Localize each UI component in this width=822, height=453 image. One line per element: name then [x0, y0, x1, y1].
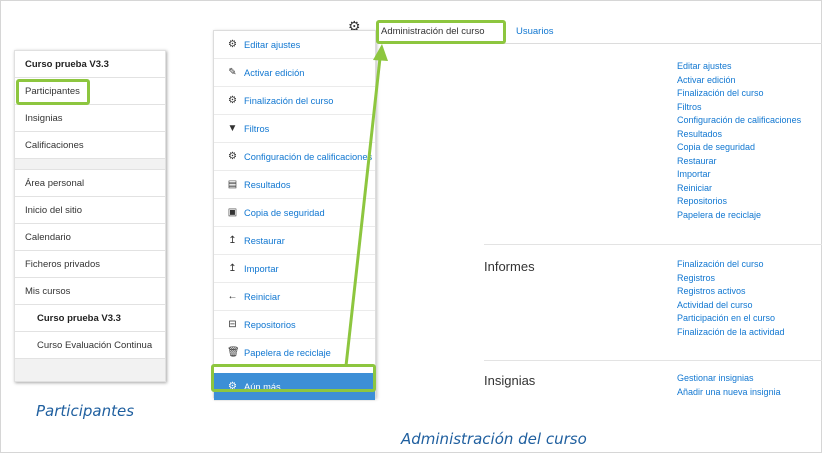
drive-icon: ⊟	[228, 319, 237, 330]
menu-item-label: Finalización del curso	[244, 95, 334, 106]
badges-heading: Insignias	[484, 373, 536, 388]
link-course-activity[interactable]: Actividad del curso	[677, 299, 785, 313]
link-repositories[interactable]: Repositorios	[677, 195, 801, 209]
menu-item-repositories[interactable]: ⊟ Repositorios	[214, 311, 375, 339]
link-outcomes[interactable]: Resultados	[677, 128, 801, 142]
link-course-participation[interactable]: Participación en el curso	[677, 312, 785, 326]
menu-item-backup[interactable]: ▣ Copia de seguridad	[214, 199, 375, 227]
nav-item-course[interactable]: Curso prueba V3.3	[15, 51, 165, 78]
tab-users[interactable]: Usuarios	[516, 26, 554, 37]
filter-icon: ▼	[227, 123, 238, 134]
link-import[interactable]: Importar	[677, 168, 801, 182]
upload-icon: ↥	[228, 263, 237, 274]
link-gradebook-setup[interactable]: Configuración de calificaciones	[677, 114, 801, 128]
nav-item-grades[interactable]: Calificaciones	[15, 132, 165, 159]
menu-item-filters[interactable]: ▼ Filtros	[214, 115, 375, 143]
course-admin-caption: Administración del curso	[401, 430, 587, 448]
file-icon: ▣	[227, 207, 238, 218]
course-admin-links: Editar ajustes Activar edición Finalizac…	[677, 60, 801, 222]
menu-item-label: Repositorios	[244, 319, 296, 330]
nav-item-private-files[interactable]: Ficheros privados	[15, 251, 165, 278]
link-live-logs[interactable]: Registros activos	[677, 285, 785, 299]
pencil-icon: ✎	[228, 67, 237, 78]
menu-item-recycle-bin[interactable]: 🗑 Papelera de reciclaje	[214, 339, 375, 367]
nav-item-my-courses[interactable]: Mis cursos	[15, 278, 165, 305]
link-course-completion-report[interactable]: Finalización del curso	[677, 258, 785, 272]
link-turn-editing-on[interactable]: Activar edición	[677, 74, 801, 88]
link-restore[interactable]: Restaurar	[677, 155, 801, 169]
table-icon: ▤	[227, 179, 238, 190]
menu-item-turn-editing-on[interactable]: ✎ Activar edición	[214, 59, 375, 87]
arrow-left-icon: ←	[227, 291, 238, 302]
menu-item-label: Activar edición	[244, 67, 305, 78]
link-add-badge[interactable]: Añadir una nueva insignia	[677, 386, 781, 400]
nav-item-badges[interactable]: Insignias	[15, 105, 165, 132]
gear-icon: ⚙	[228, 151, 237, 162]
course-actions-menu: ⚙ Editar ajustes ✎ Activar edición ⚙ Finali…	[213, 30, 376, 401]
menu-item-outcomes[interactable]: ▤ Resultados	[214, 171, 375, 199]
menu-item-gradebook-setup[interactable]: ⚙ Configuración de calificaciones	[214, 143, 375, 171]
menu-item-label: Papelera de reciclaje	[244, 347, 331, 358]
upload-icon: ↥	[228, 235, 237, 246]
menu-item-label: Configuración de calificaciones	[244, 151, 373, 162]
link-course-completion[interactable]: Finalización del curso	[677, 87, 801, 101]
section-divider	[484, 244, 822, 245]
nav-item-calendar[interactable]: Calendario	[15, 224, 165, 251]
menu-item-course-completion[interactable]: ⚙ Finalización del curso	[214, 87, 375, 115]
menu-item-label: Copia de seguridad	[244, 207, 325, 218]
gear-icon: ⚙	[228, 95, 237, 106]
badges-links: Gestionar insignias Añadir una nueva ins…	[677, 372, 781, 399]
link-activity-completion[interactable]: Finalización de la actividad	[677, 326, 785, 340]
menu-item-label: Editar ajustes	[244, 39, 301, 50]
participants-caption: Participantes	[36, 402, 135, 420]
reports-heading: Informes	[484, 259, 535, 274]
link-filters[interactable]: Filtros	[677, 101, 801, 115]
link-edit-settings[interactable]: Editar ajustes	[677, 60, 801, 74]
admin-tab-highlight-box	[376, 20, 506, 44]
link-recycle-bin[interactable]: Papelera de reciclaje	[677, 209, 801, 223]
section-divider	[484, 360, 822, 361]
gear-icon: ⚙	[228, 39, 237, 50]
nav-item-site-home[interactable]: Inicio del sitio	[15, 197, 165, 224]
link-backup[interactable]: Copia de seguridad	[677, 141, 801, 155]
nav-item-dashboard[interactable]: Área personal	[15, 170, 165, 197]
menu-item-label: Resultados	[244, 179, 291, 190]
menu-item-label: Restaurar	[244, 235, 285, 246]
trash-icon: 🗑	[227, 347, 240, 358]
participants-highlight-box	[16, 79, 90, 105]
link-reset[interactable]: Reiniciar	[677, 182, 801, 196]
nav-separator	[15, 159, 165, 170]
link-logs[interactable]: Registros	[677, 272, 785, 286]
nav-item-course-evaluacion[interactable]: Curso Evaluación Continua	[15, 332, 165, 359]
course-nav-group: Curso prueba V3.3 Participantes Insignia…	[15, 51, 165, 159]
menu-item-label: Reiniciar	[244, 291, 281, 302]
menu-item-edit-settings[interactable]: ⚙ Editar ajustes	[214, 31, 375, 59]
site-nav-group: Área personal Inicio del sitio Calendari…	[15, 170, 165, 359]
more-highlight-box	[211, 364, 376, 392]
menu-item-import[interactable]: ↥ Importar	[214, 255, 375, 283]
reports-links: Finalización del curso Registros Registr…	[677, 258, 785, 339]
link-manage-badges[interactable]: Gestionar insignias	[677, 372, 781, 386]
nav-item-course-prueba[interactable]: Curso prueba V3.3	[15, 305, 165, 332]
menu-item-label: Filtros	[244, 123, 270, 134]
menu-item-reset[interactable]: ← Reiniciar	[214, 283, 375, 311]
menu-item-restore[interactable]: ↥ Restaurar	[214, 227, 375, 255]
menu-item-label: Importar	[244, 263, 279, 274]
